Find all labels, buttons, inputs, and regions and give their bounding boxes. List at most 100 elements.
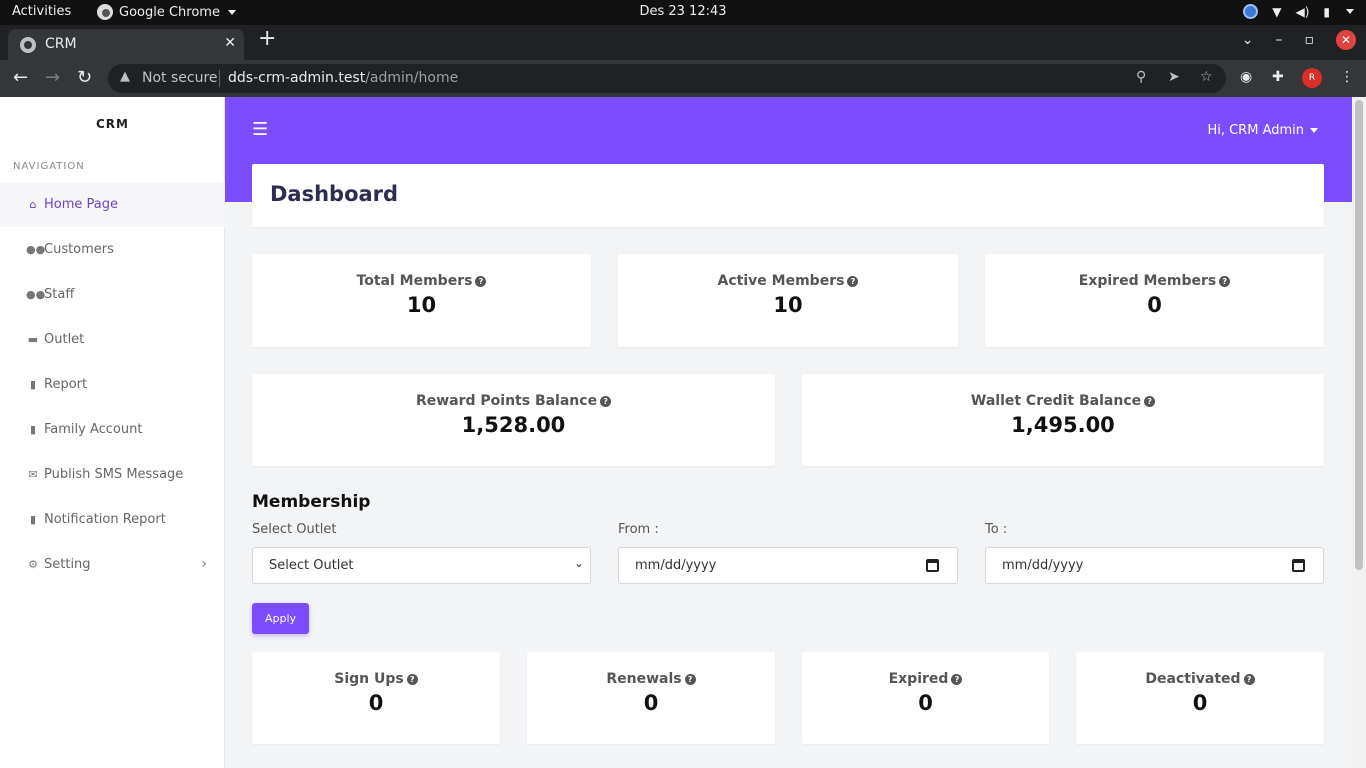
- chevron-down-icon: [227, 9, 236, 15]
- security-label[interactable]: Not secure: [142, 70, 218, 86]
- url-host: dds-crm-admin.test: [228, 70, 366, 86]
- maximize-icon[interactable]: ▫: [1305, 32, 1315, 48]
- outlet-select[interactable]: Select Outlet ⌄: [252, 547, 591, 584]
- sidebar-item-setting[interactable]: ⚙ Setting ›: [0, 542, 225, 587]
- envelope-icon: ✉: [28, 468, 38, 481]
- stat-label: Active Members?: [618, 273, 958, 289]
- to-date-input[interactable]: mm/dd/yyyy: [985, 547, 1324, 584]
- tab-title: CRM: [45, 36, 77, 52]
- sidebar-item-label: Notification Report: [44, 512, 166, 527]
- chevron-down-icon: [1310, 128, 1318, 133]
- star-icon[interactable]: ☆: [1200, 69, 1213, 85]
- stat-card-wallet-credit: Wallet Credit Balance? 1,495.00: [802, 374, 1324, 466]
- send-icon[interactable]: ➤: [1168, 69, 1180, 85]
- sidebar-item-customers[interactable]: ●● Customers: [0, 227, 225, 272]
- stat-label: Reward Points Balance?: [252, 393, 775, 409]
- calendar-icon[interactable]: [1292, 559, 1305, 572]
- chevron-down-icon: [1346, 9, 1354, 14]
- system-tray[interactable]: ▼ ◀) ▮: [1243, 4, 1354, 19]
- page-scrollbar[interactable]: [1352, 97, 1366, 768]
- os-top-bar: Activities Google Chrome Des 23 12:43 ▼ …: [0, 0, 1366, 25]
- sidebar-item-label: Report: [44, 377, 88, 392]
- stat-label-text: Expired Members: [1078, 273, 1217, 289]
- stat-card-total-members: Total Members? 10: [252, 254, 591, 347]
- sidebar-item-outlet[interactable]: ▬ Outlet: [0, 317, 225, 362]
- question-circle-icon[interactable]: ?: [600, 396, 612, 407]
- window-close-icon[interactable]: ✕: [1336, 30, 1356, 50]
- stat-value: 0: [368, 691, 384, 715]
- brand-logo[interactable]: CRM: [0, 117, 225, 131]
- app-indicator-icon[interactable]: [1243, 4, 1259, 19]
- home-icon: ⌂: [29, 198, 37, 211]
- calendar-icon[interactable]: [926, 559, 939, 572]
- new-tab-button[interactable]: +: [258, 28, 276, 50]
- user-menu[interactable]: Hi, CRM Admin: [1207, 123, 1318, 138]
- stat-label: Total Members?: [252, 273, 591, 289]
- file-icon: ▮: [29, 378, 37, 391]
- extension-icon[interactable]: ◉: [1240, 69, 1252, 85]
- nav-caption: NAVIGATION: [13, 161, 85, 172]
- stat-card-deactivated: Deactivated? 0: [1076, 652, 1324, 744]
- nav-list: ⌂ Home Page ●● Customers ●● Staff ▬ Outl…: [0, 182, 225, 587]
- battery-icon: ▮: [1323, 4, 1330, 19]
- stat-value: 0: [643, 691, 659, 715]
- stat-label: Sign Ups?: [252, 671, 500, 687]
- sidebar-item-label: Staff: [44, 287, 75, 302]
- question-circle-icon[interactable]: ?: [475, 276, 487, 287]
- address-bar[interactable]: ▲ Not secure dds-crm-admin.test/admin/ho…: [108, 64, 1226, 93]
- stat-card-active-members: Active Members? 10: [618, 254, 958, 347]
- question-circle-icon[interactable]: ?: [951, 674, 963, 685]
- warning-icon[interactable]: ▲: [120, 69, 130, 84]
- app-menu[interactable]: Google Chrome: [97, 4, 236, 20]
- sidebar-item-family-account[interactable]: ▮ Family Account: [0, 407, 225, 452]
- menu-toggle-icon[interactable]: ☰: [252, 120, 268, 140]
- stat-label-text: Wallet Credit Balance: [970, 393, 1142, 409]
- reload-icon[interactable]: ↻: [77, 67, 92, 88]
- wifi-icon: ▼: [1272, 4, 1282, 19]
- sidebar-item-label: Outlet: [44, 332, 85, 347]
- scrollbar-thumb[interactable]: [1355, 100, 1363, 570]
- sidebar-item-report[interactable]: ▮ Report: [0, 362, 225, 407]
- volume-icon: ◀): [1295, 4, 1310, 19]
- question-circle-icon[interactable]: ?: [1219, 276, 1231, 287]
- browser-tab[interactable]: CRM ✕: [8, 29, 244, 60]
- sidebar-item-label: Setting: [44, 557, 91, 572]
- sidebar-item-staff[interactable]: ●● Staff: [0, 272, 225, 317]
- sidebar-item-notification-report[interactable]: ▮ Notification Report: [0, 497, 225, 542]
- question-circle-icon[interactable]: ?: [1243, 674, 1255, 685]
- sidebar-item-label: Family Account: [44, 422, 143, 437]
- activities-button[interactable]: Activities: [12, 4, 71, 19]
- tab-search-icon[interactable]: ⌄: [1242, 32, 1254, 48]
- from-date-input[interactable]: mm/dd/yyyy: [618, 547, 958, 584]
- url-text[interactable]: dds-crm-admin.test/admin/home: [228, 70, 458, 86]
- stat-card-expired-members: Expired Members? 0: [985, 254, 1324, 347]
- sidebar-item-home[interactable]: ⌂ Home Page: [0, 182, 225, 227]
- to-label: To :: [985, 522, 1008, 537]
- globe-icon: [20, 37, 36, 53]
- chrome-icon: [97, 4, 113, 20]
- question-circle-icon[interactable]: ?: [684, 674, 696, 685]
- stat-label-text: Renewals: [606, 671, 682, 687]
- sidebar-item-publish-sms[interactable]: ✉ Publish SMS Message: [0, 452, 225, 497]
- stat-label-text: Deactivated: [1145, 671, 1241, 687]
- more-menu-icon[interactable]: ⋮: [1340, 69, 1354, 85]
- stat-label: Deactivated?: [1076, 671, 1324, 687]
- chevron-down-icon: ⌄: [573, 556, 584, 570]
- close-icon[interactable]: ✕: [224, 35, 236, 51]
- zoom-icon[interactable]: ⚲: [1136, 69, 1146, 85]
- stat-value: 1,495.00: [1011, 413, 1115, 437]
- minimize-icon[interactable]: –: [1276, 32, 1283, 48]
- apply-button[interactable]: Apply: [252, 603, 309, 634]
- question-circle-icon[interactable]: ?: [847, 276, 859, 287]
- stat-label: Wallet Credit Balance?: [802, 393, 1324, 409]
- user-greeting: Hi, CRM Admin: [1207, 123, 1304, 138]
- question-circle-icon[interactable]: ?: [406, 674, 418, 685]
- sidebar: CRM NAVIGATION ⌂ Home Page ●● Customers …: [0, 97, 225, 768]
- puzzle-icon[interactable]: ✚: [1272, 69, 1284, 85]
- page-title: Dashboard: [270, 182, 399, 206]
- back-arrow-icon[interactable]: ←: [13, 67, 28, 88]
- forward-arrow-icon[interactable]: →: [45, 67, 60, 88]
- profile-avatar[interactable]: R: [1302, 68, 1322, 88]
- sidebar-item-label: Publish SMS Message: [44, 467, 184, 482]
- question-circle-icon[interactable]: ?: [1144, 396, 1156, 407]
